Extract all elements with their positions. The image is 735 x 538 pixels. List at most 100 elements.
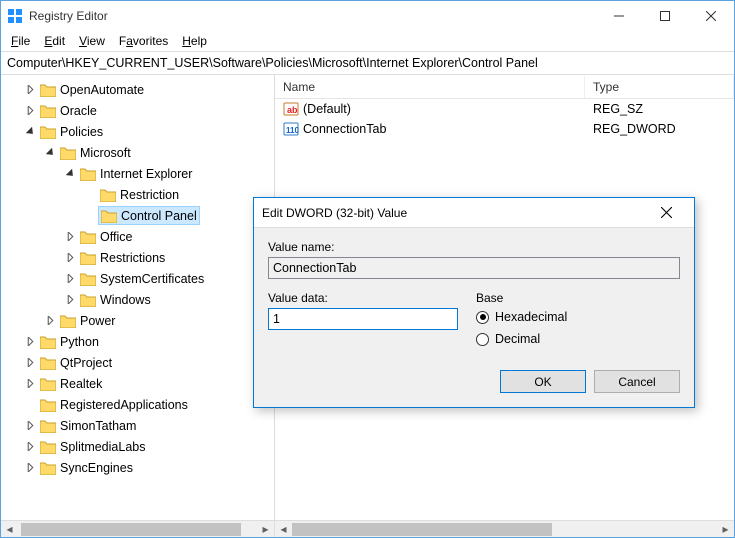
valuedata-label: Value data: (268, 291, 458, 305)
tree-node[interactable]: SystemCertificates (1, 268, 274, 289)
tree-node[interactable]: OpenAutomate (1, 79, 274, 100)
value-name: (Default) (303, 102, 351, 116)
tree-node[interactable]: Power (1, 310, 274, 331)
string-value-icon: ab (283, 101, 299, 117)
folder-icon (80, 167, 96, 181)
folder-icon (80, 230, 96, 244)
tree-node[interactable]: SyncEngines (1, 457, 274, 478)
valuename-field[interactable]: ConnectionTab (268, 257, 680, 279)
menu-edit[interactable]: Edit (38, 32, 71, 50)
valuedata-field[interactable] (268, 308, 458, 330)
col-type[interactable]: Type (585, 76, 734, 98)
folder-icon (40, 461, 56, 475)
window-title: Registry Editor (29, 9, 108, 23)
maximize-button[interactable] (642, 1, 688, 31)
tree-node[interactable]: Realtek (1, 373, 274, 394)
menu-help[interactable]: Help (176, 32, 213, 50)
folder-icon (60, 314, 76, 328)
folder-icon (80, 293, 96, 307)
radio-button-icon (476, 311, 489, 324)
expand-icon[interactable] (23, 442, 38, 451)
app-icon (7, 8, 23, 24)
folder-icon (80, 272, 96, 286)
folder-icon (40, 398, 56, 412)
expand-icon[interactable] (23, 85, 38, 94)
minimize-button[interactable] (596, 1, 642, 31)
folder-icon (40, 125, 56, 139)
tree-node[interactable]: Internet Explorer (1, 163, 274, 184)
folder-icon (40, 440, 56, 454)
expand-icon[interactable] (23, 379, 38, 388)
expand-icon[interactable] (63, 232, 78, 241)
list-item[interactable]: 110 ConnectionTab REG_DWORD (275, 119, 734, 139)
radio-hex[interactable]: Hexadecimal (476, 310, 680, 324)
scroll-right-icon[interactable]: ▸ (717, 521, 734, 538)
collapse-icon[interactable] (43, 148, 58, 157)
list-hscrollbar[interactable]: ◂ ▸ (275, 520, 734, 537)
close-icon (661, 207, 672, 218)
expand-icon[interactable] (63, 253, 78, 262)
tree-node-selected[interactable]: Control Panel (1, 205, 274, 226)
dialog-titlebar: Edit DWORD (32-bit) Value (254, 198, 694, 228)
tree-node[interactable]: Oracle (1, 100, 274, 121)
dialog-title: Edit DWORD (32-bit) Value (262, 206, 407, 220)
folder-icon (40, 83, 56, 97)
expand-icon[interactable] (23, 463, 38, 472)
menu-favorites[interactable]: Favorites (113, 32, 174, 50)
folder-icon (60, 146, 76, 160)
close-button[interactable] (688, 1, 734, 31)
tree-hscrollbar[interactable]: ◂ ▸ (1, 520, 274, 537)
tree-node[interactable]: Restriction (1, 184, 274, 205)
menu-bar: File Edit View Favorites Help (1, 31, 734, 51)
scroll-left-icon[interactable]: ◂ (275, 521, 292, 538)
tree-node[interactable]: Office (1, 226, 274, 247)
menu-view[interactable]: View (73, 32, 111, 50)
tree-node[interactable]: SplitmediaLabs (1, 436, 274, 457)
expand-icon[interactable] (63, 295, 78, 304)
folder-icon (40, 419, 56, 433)
radio-dec[interactable]: Decimal (476, 332, 680, 346)
folder-icon (101, 209, 117, 223)
address-bar[interactable]: Computer\HKEY_CURRENT_USER\Software\Poli… (1, 51, 734, 75)
folder-icon (40, 356, 56, 370)
list-header[interactable]: Name Type (275, 75, 734, 99)
expand-icon[interactable] (23, 421, 38, 430)
expand-icon[interactable] (23, 358, 38, 367)
folder-icon (100, 188, 116, 202)
tree-node[interactable]: RegisteredApplications (1, 394, 274, 415)
expand-icon[interactable] (23, 106, 38, 115)
valuename-label: Value name: (268, 240, 680, 254)
value-type: REG_SZ (585, 102, 651, 116)
tree-node[interactable]: Microsoft (1, 142, 274, 163)
cancel-button[interactable]: Cancel (594, 370, 680, 393)
svg-text:ab: ab (287, 105, 298, 115)
dword-value-icon: 110 (283, 121, 299, 137)
tree-node[interactable]: QtProject (1, 352, 274, 373)
window-titlebar: Registry Editor (1, 1, 734, 31)
menu-file[interactable]: File (5, 32, 36, 50)
expand-icon[interactable] (63, 274, 78, 283)
collapse-icon[interactable] (63, 169, 78, 178)
folder-icon (40, 335, 56, 349)
expand-icon[interactable] (23, 337, 38, 346)
dialog-close-button[interactable] (646, 199, 686, 227)
scroll-right-icon[interactable]: ▸ (257, 521, 274, 538)
ok-button[interactable]: OK (500, 370, 586, 393)
tree-node[interactable]: Windows (1, 289, 274, 310)
registry-tree[interactable]: OpenAutomate Oracle Policies Microsoft (1, 75, 274, 520)
folder-icon (80, 251, 96, 265)
list-item[interactable]: ab (Default) REG_SZ (275, 99, 734, 119)
tree-node[interactable]: Restrictions (1, 247, 274, 268)
scroll-left-icon[interactable]: ◂ (1, 521, 18, 538)
tree-node[interactable]: SimonTatham (1, 415, 274, 436)
tree-pane: OpenAutomate Oracle Policies Microsoft (1, 75, 275, 537)
tree-node[interactable]: Python (1, 331, 274, 352)
svg-text:110: 110 (286, 126, 299, 135)
value-type: REG_DWORD (585, 122, 684, 136)
col-name[interactable]: Name (275, 76, 585, 98)
collapse-icon[interactable] (23, 127, 38, 136)
edit-dword-dialog: Edit DWORD (32-bit) Value Value name: Co… (253, 197, 695, 408)
tree-node[interactable]: Policies (1, 121, 274, 142)
value-name: ConnectionTab (303, 122, 386, 136)
expand-icon[interactable] (43, 316, 58, 325)
